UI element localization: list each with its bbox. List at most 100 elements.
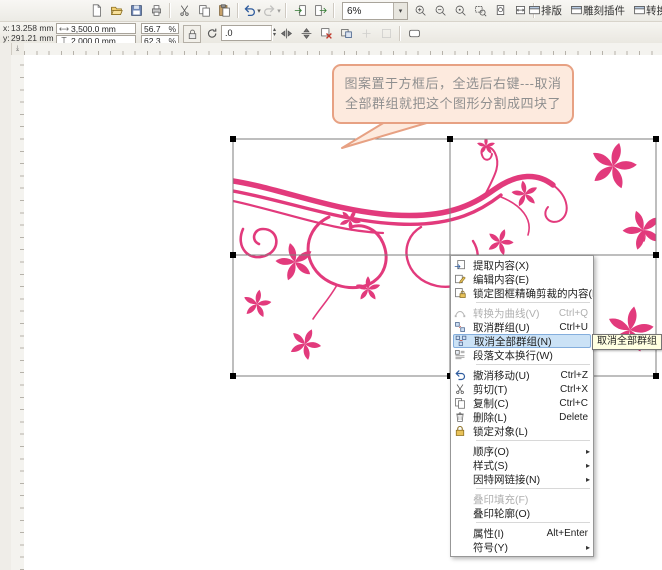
mirror-horizontal-icon bbox=[280, 27, 293, 40]
print-icon bbox=[150, 4, 163, 17]
context-menu-item[interactable]: 删除(L) Delete ▸ bbox=[451, 410, 593, 424]
plugin-button[interactable]: 转换 bbox=[629, 1, 662, 21]
x-label: x: bbox=[3, 23, 11, 33]
toolbar-button[interactable]: ▾ bbox=[242, 1, 262, 21]
separator bbox=[237, 3, 239, 18]
context-menu-item[interactable]: 复制(C) Ctrl+C ▸ bbox=[451, 396, 593, 410]
context-menu-item[interactable]: 提取内容(X) ▸ bbox=[451, 258, 593, 272]
zoom-level-combo[interactable]: 6% ▾ bbox=[342, 2, 408, 20]
plugin-button-group: 排版 雕刻插件 转换 bbox=[524, 1, 662, 20]
zoom-actual-icon bbox=[454, 4, 467, 17]
dropdown-caret-icon[interactable]: ▾ bbox=[257, 7, 261, 15]
zoom-page-icon bbox=[494, 4, 507, 17]
x-value: 13.258 mm bbox=[11, 23, 54, 33]
context-menu-item[interactable]: 段落文本换行(W) ▸ bbox=[451, 348, 593, 362]
plugin-button[interactable]: 排版 bbox=[524, 1, 566, 21]
menu-item-shortcut: Ctrl+Q bbox=[559, 308, 590, 319]
menu-item-label: 叠印填充(F) bbox=[473, 492, 528, 506]
menu-item-shortcut: Ctrl+X bbox=[560, 384, 590, 395]
toolbar-button[interactable]: ▾ bbox=[106, 1, 126, 21]
no-icon bbox=[454, 541, 469, 554]
ungroup-icon bbox=[454, 321, 469, 334]
menu-item-label: 段落文本换行(W) bbox=[473, 348, 553, 362]
cut-icon bbox=[178, 4, 191, 17]
toolbar-button[interactable]: ▾ bbox=[490, 1, 510, 21]
coreldraw-window: ▾ ▾ ▾ ▾ ▾ ▾ ▾ bbox=[0, 0, 662, 570]
y-label: y: bbox=[3, 33, 11, 43]
context-menu-item[interactable]: 锁定对象(L) ▸ bbox=[451, 424, 593, 438]
annotation-line2: 全部群组就把这个图形分割成四块了 bbox=[345, 94, 561, 114]
toolbar-button[interactable]: ▾ bbox=[470, 1, 490, 21]
context-menu-item[interactable]: 取消全部群组(N) ▸ bbox=[453, 334, 591, 348]
edit-content-icon bbox=[454, 273, 469, 286]
context-menu-item[interactable]: 叠印填充(F) ▸ bbox=[451, 492, 593, 506]
clear-transform-button[interactable] bbox=[316, 24, 336, 44]
menu-item-label: 编辑内容(E) bbox=[473, 272, 529, 286]
rotation-angle-field[interactable]: .0 bbox=[221, 25, 272, 41]
transform-button[interactable] bbox=[336, 24, 356, 44]
submenu-arrow-icon: ▸ bbox=[582, 475, 590, 484]
menu-item-shortcut: Alt+Enter bbox=[547, 528, 590, 539]
ungroup-all-icon bbox=[455, 335, 470, 348]
object-width-field[interactable]: 3,500.0 mm bbox=[56, 23, 136, 34]
separator bbox=[285, 3, 287, 18]
submenu-arrow-icon: ▸ bbox=[582, 447, 590, 456]
context-menu-item[interactable]: 转换为曲线(V) Ctrl+Q ▸ bbox=[451, 306, 593, 320]
separator bbox=[169, 3, 171, 18]
toolbar-button[interactable]: ▾ bbox=[430, 1, 450, 21]
plugin-button[interactable]: 雕刻插件 bbox=[566, 1, 629, 21]
mirror-vertical-button[interactable] bbox=[296, 24, 316, 44]
context-menu-item[interactable]: 取消群组(U) Ctrl+U ▸ bbox=[451, 320, 593, 334]
dropdown-caret-icon[interactable]: ▾ bbox=[277, 7, 281, 15]
copy-menu-icon bbox=[454, 397, 469, 410]
lock-ratio-button[interactable] bbox=[183, 25, 201, 43]
menu-item-label: 剪切(T) bbox=[473, 382, 507, 396]
context-menu-item[interactable]: 顺序(O) ▸ bbox=[451, 444, 593, 458]
toolbar-button[interactable]: ▾ bbox=[146, 1, 166, 21]
toolbar-button[interactable]: ▾ bbox=[310, 1, 330, 21]
toolbar-button[interactable]: ▾ bbox=[214, 1, 234, 21]
context-menu-item[interactable]: 编辑内容(E) ▸ bbox=[451, 272, 593, 286]
toolbar-button[interactable]: ▾ bbox=[194, 1, 214, 21]
toolbar-button[interactable]: ▾ bbox=[86, 1, 106, 21]
context-menu-item[interactable]: 因特网链接(N) ▸ bbox=[451, 472, 593, 486]
toolbar-button[interactable]: ▾ bbox=[126, 1, 146, 21]
extract-content-icon bbox=[454, 259, 469, 272]
menu-item-label: 删除(L) bbox=[473, 410, 507, 424]
scale-horizontal-field[interactable]: 56.7% bbox=[141, 23, 179, 34]
context-menu-item[interactable]: 样式(S) ▸ bbox=[451, 458, 593, 472]
export-icon bbox=[314, 4, 327, 17]
context-menu-item[interactable]: 锁定图框精确剪裁的内容(P) ▸ bbox=[451, 286, 593, 300]
toolbar-button[interactable]: ▾ bbox=[450, 1, 470, 21]
paste-icon bbox=[218, 4, 231, 17]
object-position-readout: x:13.258 mm y:291.21 mm bbox=[3, 23, 54, 43]
plugin-window-icon bbox=[570, 4, 583, 17]
scissors-icon bbox=[454, 383, 469, 396]
basic-shape-button[interactable] bbox=[404, 24, 424, 44]
zoom-level-value: 6% bbox=[347, 6, 361, 17]
toolbar-button[interactable]: ▾ bbox=[410, 1, 430, 21]
context-menu-item[interactable]: 剪切(T) Ctrl+X ▸ bbox=[451, 382, 593, 396]
new-document-icon bbox=[90, 4, 103, 17]
toolbar-button[interactable]: ▾ bbox=[174, 1, 194, 21]
vertical-ruler[interactable] bbox=[11, 55, 25, 570]
mirror-horizontal-button[interactable] bbox=[276, 24, 296, 44]
context-menu-item[interactable]: 叠印轮廓(O) ▸ bbox=[451, 506, 593, 520]
disabled-tool-button bbox=[356, 24, 376, 44]
separator bbox=[476, 364, 590, 365]
width-arrows-icon bbox=[59, 24, 69, 34]
context-menu-item[interactable]: 符号(Y) ▸ bbox=[451, 540, 593, 554]
toolbar-button[interactable]: ▾ bbox=[290, 1, 310, 21]
menu-item-label: 叠印轮廓(O) bbox=[473, 506, 530, 520]
menu-item-label: 样式(S) bbox=[473, 458, 508, 472]
disabled-tool-button bbox=[376, 24, 396, 44]
no-icon bbox=[454, 527, 469, 540]
menu-item-label: 锁定图框精确剪裁的内容(P) bbox=[473, 286, 593, 300]
open-icon bbox=[110, 4, 123, 17]
toolbar-button[interactable]: ▾ bbox=[262, 1, 282, 21]
combo-caret-icon[interactable]: ▾ bbox=[393, 3, 407, 19]
context-menu-item[interactable]: 撤消移动(U) Ctrl+Z ▸ bbox=[451, 368, 593, 382]
context-menu-item[interactable]: 属性(I) Alt+Enter ▸ bbox=[451, 526, 593, 540]
undo-move-icon bbox=[454, 369, 469, 382]
zoom-out-icon bbox=[434, 4, 447, 17]
